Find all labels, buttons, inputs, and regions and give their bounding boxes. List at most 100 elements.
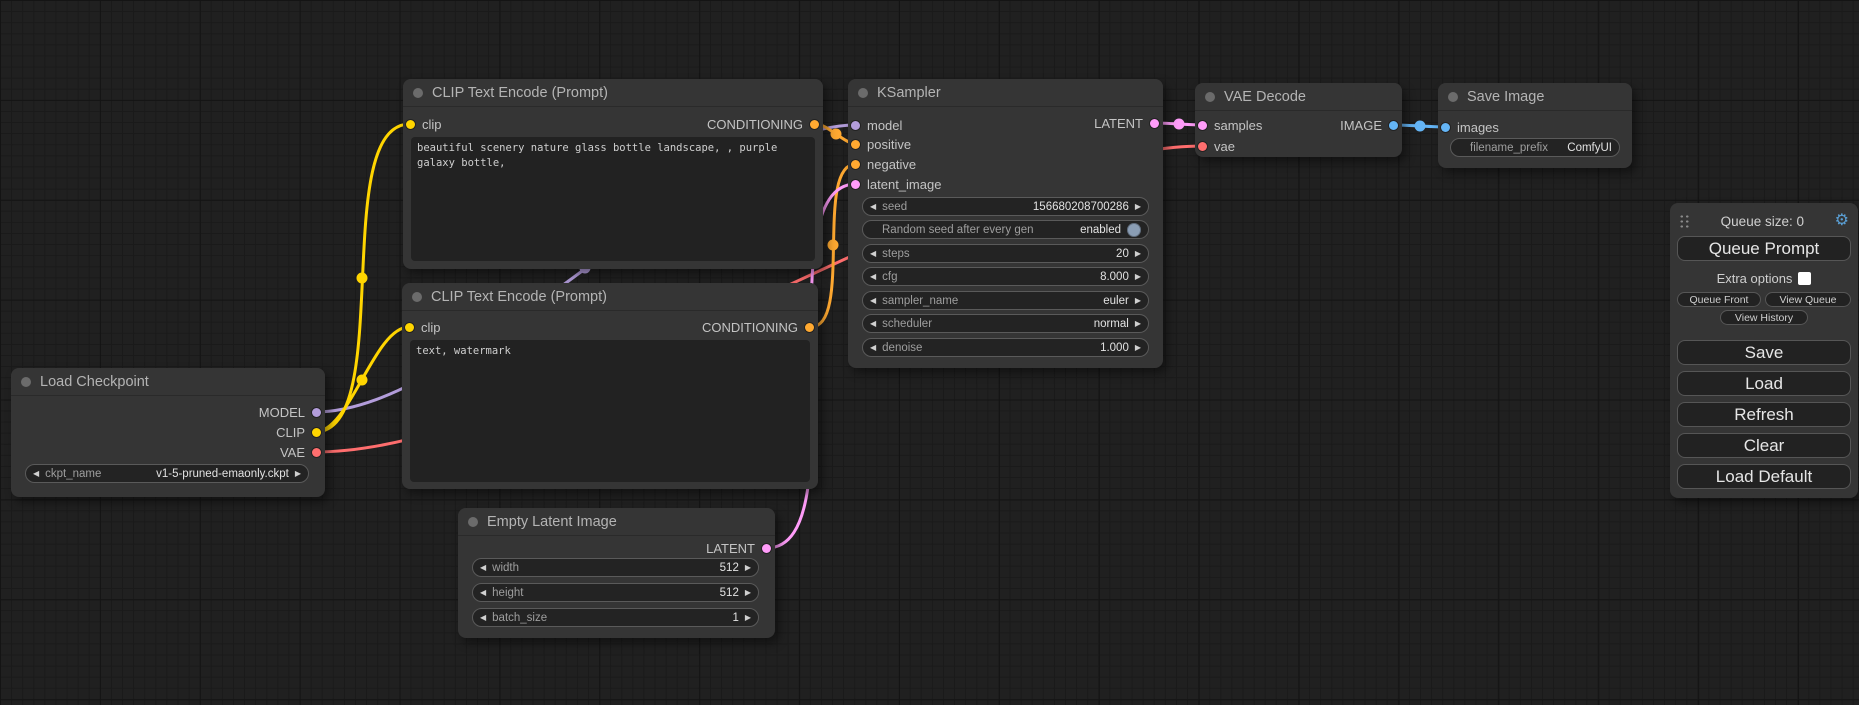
node-canvas[interactable]: { "port_colors": { "model": "#B39DDB", "… (0, 0, 1859, 705)
refresh-button[interactable]: Refresh (1677, 402, 1851, 427)
decrement-arrow-icon[interactable]: ◀ (870, 273, 876, 281)
queue-panel[interactable]: Queue size: 0 ⚙ Queue Prompt Extra optio… (1670, 203, 1858, 498)
height-widget[interactable]: ◀ height 512 ▶ (472, 583, 759, 602)
load-default-button[interactable]: Load Default (1677, 464, 1851, 489)
port-label: latent_image (867, 177, 941, 192)
random-seed-toggle-widget[interactable]: Random seed after every gen enabled (862, 220, 1149, 239)
ckpt-name-widget[interactable]: ◀ ckpt_name v1-5-pruned-emaonly.ckpt ▶ (25, 464, 309, 483)
clip-input-port[interactable] (405, 323, 414, 332)
decrement-arrow-icon[interactable]: ◀ (480, 589, 486, 597)
clip-input-port[interactable] (406, 120, 415, 129)
decrement-arrow-icon[interactable]: ◀ (870, 203, 876, 211)
collapse-dot-icon[interactable] (413, 88, 423, 98)
seed-widget[interactable]: ◀ seed 156680208700286 ▶ (862, 197, 1149, 216)
increment-arrow-icon[interactable]: ▶ (1135, 297, 1141, 305)
decrement-arrow-icon[interactable]: ◀ (870, 297, 876, 305)
node-load-checkpoint[interactable]: Load Checkpoint MODEL CLIP VAE ◀ ckpt_na… (11, 368, 325, 497)
scheduler-widget[interactable]: ◀ scheduler normal ▶ (862, 314, 1149, 333)
vae-input-port[interactable] (1198, 142, 1207, 151)
decrement-arrow-icon[interactable]: ◀ (480, 564, 486, 572)
wire-clip2-midpoint[interactable] (357, 375, 368, 386)
clip-output-port[interactable] (312, 428, 321, 437)
wire-negative-midpoint[interactable] (828, 240, 839, 251)
node-clip-text-encode-positive[interactable]: CLIP Text Encode (Prompt) clip CONDITION… (403, 79, 823, 269)
node-empty-latent-image[interactable]: Empty Latent Image LATENT ◀ width 512 ▶ … (458, 508, 775, 638)
save-button[interactable]: Save (1677, 340, 1851, 365)
node-ksampler[interactable]: KSampler model positive negative latent_… (848, 79, 1163, 368)
wire-positive-midpoint[interactable] (831, 129, 842, 140)
collapse-dot-icon[interactable] (858, 88, 868, 98)
increment-arrow-icon[interactable]: ▶ (745, 614, 751, 622)
conditioning-output-port[interactable] (805, 323, 814, 332)
clear-button[interactable]: Clear (1677, 433, 1851, 458)
negative-input-port[interactable] (851, 160, 860, 169)
drag-handle-icon[interactable] (1679, 214, 1690, 229)
extra-options-checkbox[interactable] (1798, 272, 1811, 285)
view-history-button[interactable]: View History (1720, 310, 1808, 325)
sampler-name-widget[interactable]: ◀ sampler_name euler ▶ (862, 291, 1149, 310)
wire-clip1-midpoint[interactable] (357, 273, 368, 284)
model-output-port[interactable] (312, 408, 321, 417)
collapse-dot-icon[interactable] (21, 377, 31, 387)
settings-gear-icon[interactable]: ⚙ (1835, 213, 1849, 229)
node-title-bar[interactable]: KSampler (848, 79, 1163, 107)
latent-output-port[interactable] (762, 544, 771, 553)
node-title-bar[interactable]: VAE Decode (1195, 83, 1402, 111)
node-title-bar[interactable]: Empty Latent Image (458, 508, 775, 536)
view-queue-button[interactable]: View Queue (1765, 292, 1851, 307)
decrement-arrow-icon[interactable]: ◀ (870, 250, 876, 258)
node-title: CLIP Text Encode (Prompt) (432, 85, 608, 101)
samples-input-port[interactable] (1198, 121, 1207, 130)
cfg-widget[interactable]: ◀ cfg 8.000 ▶ (862, 267, 1149, 286)
images-input-port[interactable] (1441, 123, 1450, 132)
filename-prefix-widget[interactable]: filename_prefix ComfyUI (1450, 138, 1620, 157)
node-clip-text-encode-negative[interactable]: CLIP Text Encode (Prompt) clip CONDITION… (402, 283, 818, 489)
increment-arrow-icon[interactable]: ▶ (1135, 250, 1141, 258)
node-vae-decode[interactable]: VAE Decode samples vae IMAGE (1195, 83, 1402, 157)
queue-prompt-button[interactable]: Queue Prompt (1677, 236, 1851, 261)
widget-value: 156680208700286 (1033, 201, 1129, 213)
queue-front-button[interactable]: Queue Front (1677, 292, 1761, 307)
collapse-dot-icon[interactable] (412, 292, 422, 302)
node-title-bar[interactable]: Save Image (1438, 83, 1632, 111)
increment-arrow-icon[interactable]: ▶ (295, 470, 301, 478)
decrement-arrow-icon[interactable]: ◀ (870, 320, 876, 328)
node-title-bar[interactable]: CLIP Text Encode (Prompt) (402, 283, 818, 311)
decrement-arrow-icon[interactable]: ◀ (33, 470, 39, 478)
width-widget[interactable]: ◀ width 512 ▶ (472, 558, 759, 577)
increment-arrow-icon[interactable]: ▶ (1135, 320, 1141, 328)
load-button[interactable]: Load (1677, 371, 1851, 396)
prompt-text-area[interactable]: beautiful scenery nature glass bottle la… (411, 137, 815, 261)
conditioning-output-port[interactable] (810, 120, 819, 129)
model-input-port[interactable] (851, 121, 860, 130)
node-save-image[interactable]: Save Image images filename_prefix ComfyU… (1438, 83, 1632, 168)
wire-samples-midpoint[interactable] (1174, 119, 1185, 130)
latent-output-port[interactable] (1150, 119, 1159, 128)
decrement-arrow-icon[interactable]: ◀ (480, 614, 486, 622)
increment-arrow-icon[interactable]: ▶ (1135, 203, 1141, 211)
increment-arrow-icon[interactable]: ▶ (1135, 273, 1141, 281)
batch-size-widget[interactable]: ◀ batch_size 1 ▶ (472, 608, 759, 627)
prompt-text-area[interactable]: text, watermark (410, 340, 810, 482)
increment-arrow-icon[interactable]: ▶ (745, 564, 751, 572)
toggle-dot-icon[interactable] (1127, 223, 1141, 237)
latent-image-input-port[interactable] (851, 180, 860, 189)
increment-arrow-icon[interactable]: ▶ (1135, 344, 1141, 352)
wire-image-midpoint[interactable] (1415, 121, 1426, 132)
node-title-bar[interactable]: CLIP Text Encode (Prompt) (403, 79, 823, 107)
vae-output-port[interactable] (312, 448, 321, 457)
widget-label: scheduler (882, 318, 1088, 330)
decrement-arrow-icon[interactable]: ◀ (870, 344, 876, 352)
collapse-dot-icon[interactable] (468, 517, 478, 527)
node-title-bar[interactable]: Load Checkpoint (11, 368, 325, 396)
increment-arrow-icon[interactable]: ▶ (745, 589, 751, 597)
port-label: vae (1214, 139, 1235, 154)
image-output-port[interactable] (1389, 121, 1398, 130)
steps-widget[interactable]: ◀ steps 20 ▶ (862, 244, 1149, 263)
positive-input-port[interactable] (851, 140, 860, 149)
input-row: vae (1198, 136, 1235, 156)
widget-label: seed (882, 201, 1027, 213)
collapse-dot-icon[interactable] (1205, 92, 1215, 102)
collapse-dot-icon[interactable] (1448, 92, 1458, 102)
denoise-widget[interactable]: ◀ denoise 1.000 ▶ (862, 338, 1149, 357)
